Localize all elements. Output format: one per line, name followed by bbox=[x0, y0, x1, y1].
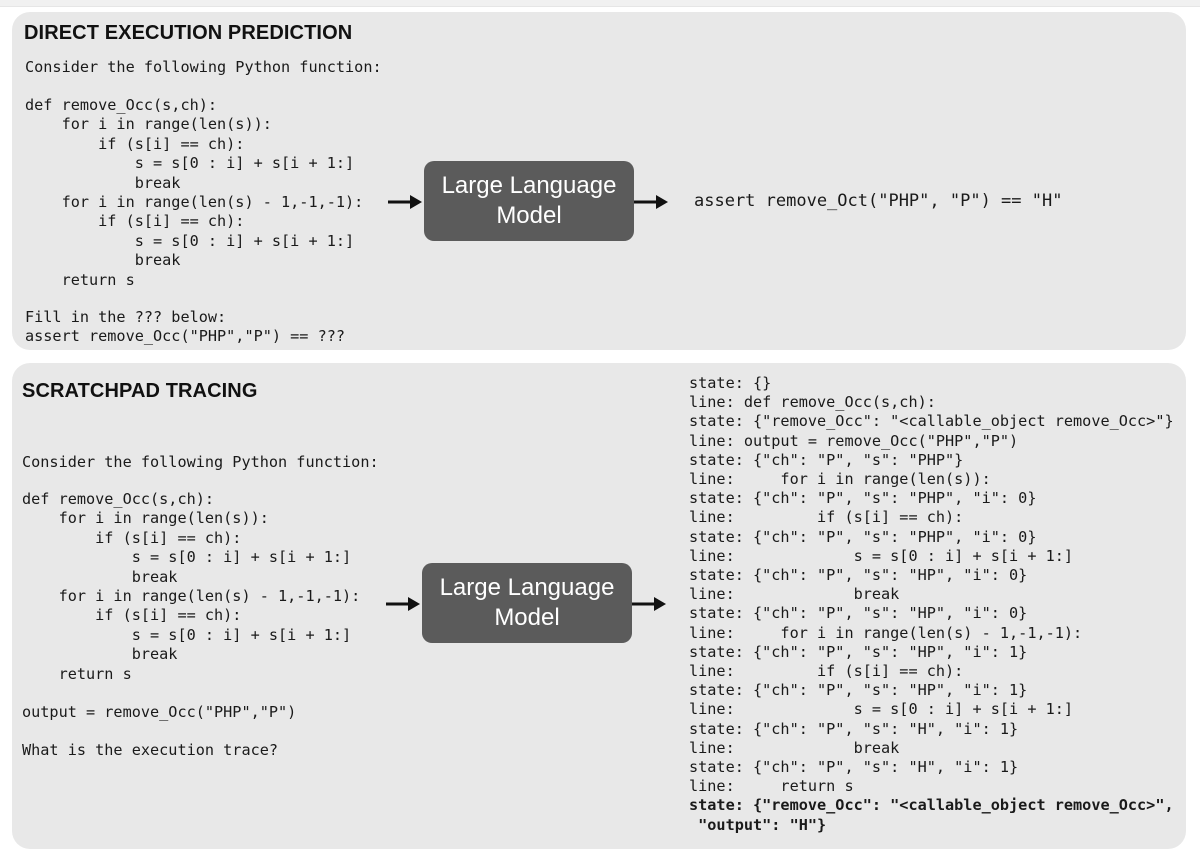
trace-line: state: {"ch": "P", "s": "PHP", "i": 0} bbox=[689, 489, 1037, 508]
trace-line: state: {"ch": "P", "s": "H", "i": 1} bbox=[689, 719, 1019, 738]
prompt-line: assert remove_Occ("PHP","P") == ??? bbox=[25, 327, 346, 346]
scratchpad-tracing-panel: SCRATCHPAD TRACING Consider the followin… bbox=[12, 363, 1186, 849]
code-line: def remove_Occ(s,ch): bbox=[22, 490, 215, 508]
trace-line: line: return s bbox=[689, 777, 854, 796]
trace-line: line: for i in range(len(s)): bbox=[689, 470, 991, 489]
code-line: break bbox=[25, 251, 181, 270]
scratchpad-intro-text: Consider the following Python function: bbox=[22, 453, 379, 471]
scratchpad-llm-label-line2: Model bbox=[494, 604, 560, 631]
direct-execution-title: DIRECT EXECUTION PREDICTION bbox=[24, 22, 353, 44]
direct-code-block: def remove_Occ(s,ch): for i in range(len… bbox=[25, 96, 363, 290]
trace-line: state: {"ch": "P", "s": "HP", "i": 1} bbox=[689, 681, 1028, 700]
scratchpad-code-block: def remove_Occ(s,ch): for i in range(len… bbox=[22, 490, 360, 684]
direct-prompt-text: Fill in the ??? below: assert remove_Occ(… bbox=[25, 308, 345, 347]
code-line: break bbox=[22, 645, 178, 664]
trace-line: line: s = s[0 : i] + s[i + 1:] bbox=[689, 546, 1074, 565]
trace-final-state-line: state: {"remove_Occ": "<callable_object … bbox=[689, 796, 1174, 815]
trace-line: state: {} bbox=[689, 374, 772, 392]
direct-execution-panel: DIRECT EXECUTION PREDICTION Consider the… bbox=[12, 12, 1186, 350]
code-line: if (s[i] == ch): bbox=[22, 528, 242, 547]
code-line: for i in range(len(s)): bbox=[22, 509, 269, 528]
code-line: def remove_Occ(s,ch): bbox=[25, 96, 218, 114]
trace-line: state: {"ch": "P", "s": "HP", "i": 0} bbox=[689, 604, 1028, 623]
code-line: s = s[0 : i] + s[i + 1:] bbox=[25, 154, 355, 173]
code-line: s = s[0 : i] + s[i + 1:] bbox=[22, 625, 352, 644]
trace-line: line: def remove_Occ(s,ch): bbox=[689, 393, 936, 412]
code-line: return s bbox=[25, 270, 135, 289]
code-line: s = s[0 : i] + s[i + 1:] bbox=[22, 548, 352, 567]
direct-output-arrow-icon bbox=[634, 195, 668, 209]
code-line: break bbox=[25, 173, 181, 192]
direct-llm-label-line1: Large Language bbox=[441, 172, 617, 199]
code-line: if (s[i] == ch): bbox=[22, 606, 242, 625]
trace-final-state-line: "output": "H"} bbox=[689, 815, 827, 834]
code-line: return s bbox=[22, 664, 132, 683]
trace-line: line: if (s[i] == ch): bbox=[689, 508, 964, 527]
execution-trace-block: state: {} line: def remove_Occ(s,ch): stat… bbox=[689, 374, 1174, 835]
scratchpad-llm-label-line1: Large Language bbox=[439, 574, 615, 601]
direct-input-arrow-icon bbox=[388, 195, 422, 209]
trace-line: state: {"ch": "P", "s": "H", "i": 1} bbox=[689, 758, 1019, 777]
direct-llm-box: Large Language Model bbox=[424, 161, 634, 241]
trace-line: state: {"ch": "P", "s": "HP", "i": 0} bbox=[689, 566, 1028, 585]
trace-line: state: {"remove_Occ": "<callable_object … bbox=[689, 412, 1174, 431]
trace-line: state: {"ch": "P", "s": "HP", "i": 1} bbox=[689, 642, 1028, 661]
scratchpad-output-arrow-icon bbox=[632, 597, 666, 611]
trace-line: line: for i in range(len(s) - 1,-1,-1): bbox=[689, 623, 1083, 642]
scratchpad-question-text: What is the execution trace? bbox=[22, 741, 279, 759]
code-line: for i in range(len(s) - 1,-1,-1): bbox=[25, 193, 364, 212]
trace-line: state: {"ch": "P", "s": "PHP"} bbox=[689, 450, 964, 469]
trace-line: line: s = s[0 : i] + s[i + 1:] bbox=[689, 700, 1074, 719]
trace-line: line: if (s[i] == ch): bbox=[689, 662, 964, 681]
scratchpad-output-statement: output = remove_Occ("PHP","P") bbox=[22, 703, 297, 721]
code-line: for i in range(len(s)): bbox=[25, 115, 272, 134]
trace-line: state: {"ch": "P", "s": "PHP", "i": 0} bbox=[689, 527, 1037, 546]
scratchpad-tracing-title: SCRATCHPAD TRACING bbox=[22, 380, 258, 402]
scratchpad-llm-box: Large Language Model bbox=[422, 563, 632, 643]
trace-line: line: output = remove_Occ("PHP","P") bbox=[689, 431, 1019, 450]
trace-line: line: break bbox=[689, 738, 900, 757]
prompt-line: Fill in the ??? below: bbox=[25, 308, 227, 326]
scratchpad-input-arrow-icon bbox=[386, 597, 420, 611]
code-line: break bbox=[22, 567, 178, 586]
code-line: if (s[i] == ch): bbox=[25, 212, 245, 231]
direct-llm-label-line2: Model bbox=[496, 202, 562, 229]
code-line: s = s[0 : i] + s[i + 1:] bbox=[25, 231, 355, 250]
trace-line: line: break bbox=[689, 585, 900, 604]
code-line: if (s[i] == ch): bbox=[25, 134, 245, 153]
direct-output-assert: assert remove_Oct("PHP", "P") == "H" bbox=[694, 191, 1063, 211]
direct-intro-text: Consider the following Python function: bbox=[25, 58, 382, 76]
code-line: for i in range(len(s) - 1,-1,-1): bbox=[22, 587, 361, 606]
top-border bbox=[0, 0, 1200, 7]
